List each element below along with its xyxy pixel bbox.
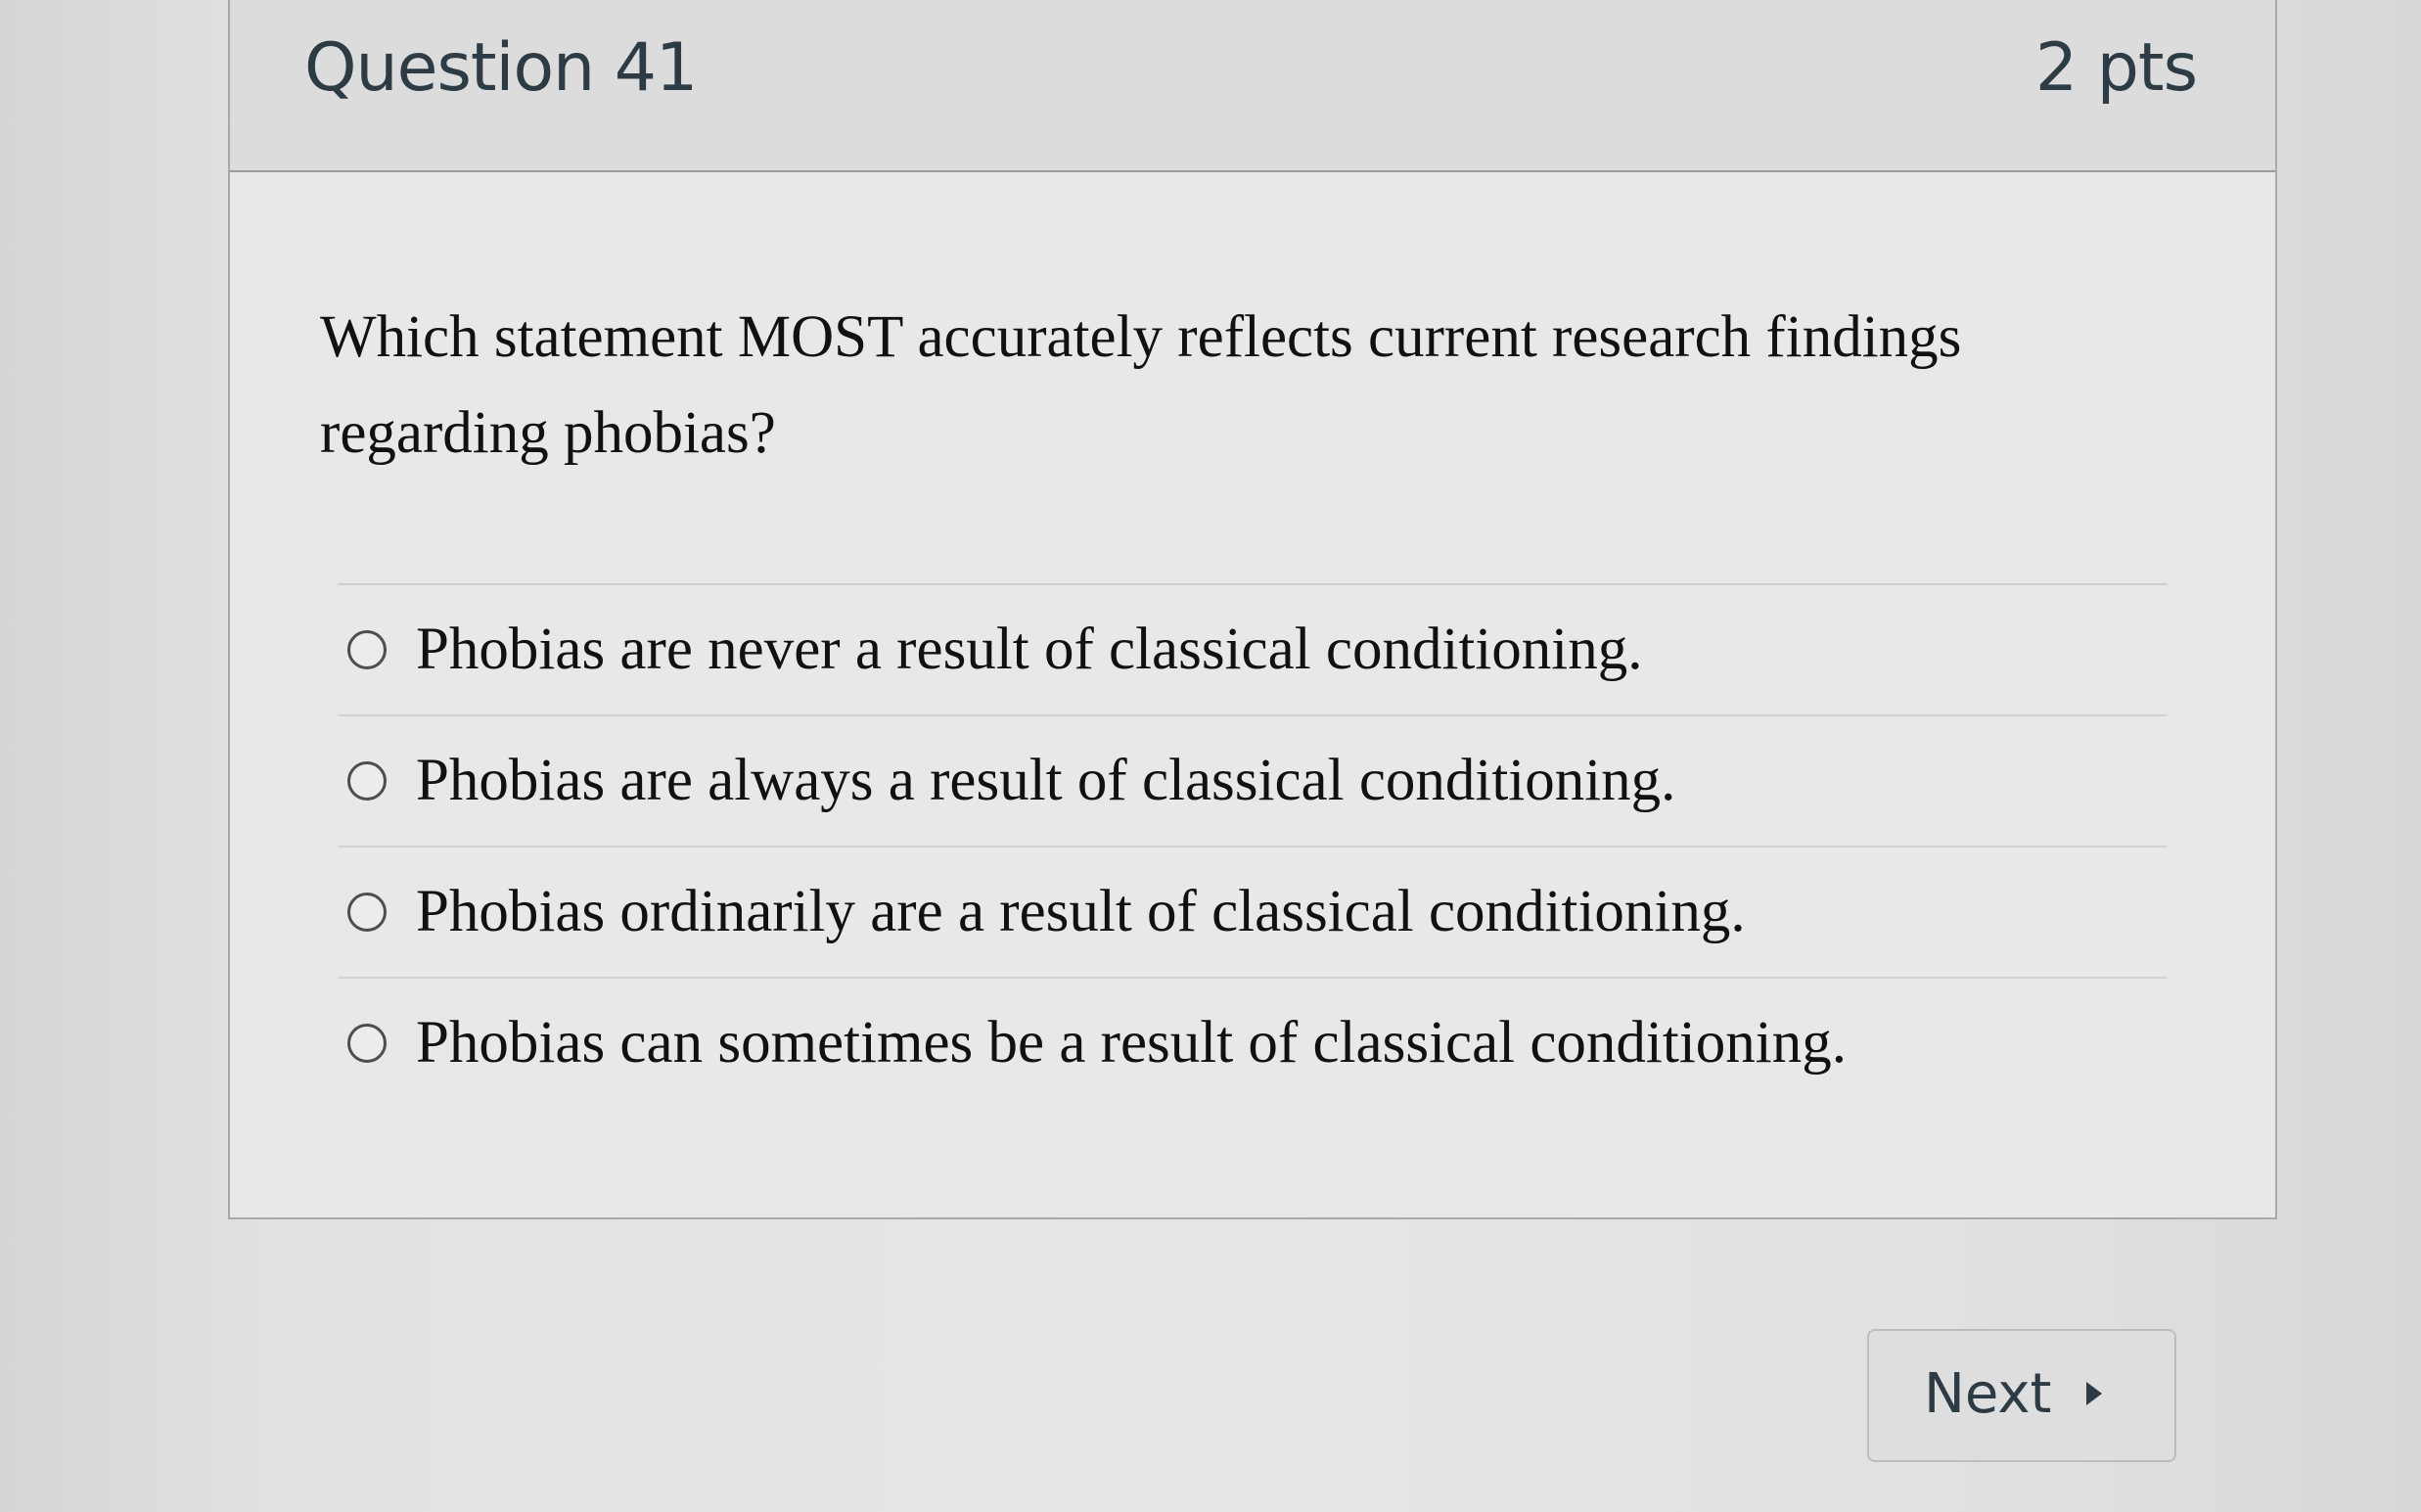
caret-right-icon (2086, 1382, 2102, 1405)
answer-option-3[interactable]: Phobias ordinarily are a result of class… (338, 848, 2168, 979)
answer-label[interactable]: Phobias ordinarily are a result of class… (416, 875, 1746, 949)
next-button[interactable]: Next (1867, 1329, 2176, 1462)
answer-label[interactable]: Phobias are always a result of classical… (416, 744, 1675, 818)
answer-option-1[interactable]: Phobias are never a result of classical … (338, 585, 2168, 716)
question-points: 2 pts (2034, 29, 2198, 107)
question-text: Which statement MOST accurately reflects… (320, 304, 1962, 466)
question-card: Question 41 2 pts Which statement MOST a… (228, 0, 2277, 1219)
answer-label[interactable]: Phobias can sometimes be a result of cla… (416, 1006, 1847, 1080)
radio-button[interactable] (347, 630, 387, 669)
radio-button[interactable] (347, 761, 387, 801)
answer-option-4[interactable]: Phobias can sometimes be a result of cla… (338, 979, 2168, 1108)
radio-button[interactable] (347, 1024, 387, 1063)
question-title: Question 41 (304, 29, 698, 107)
answer-label[interactable]: Phobias are never a result of classical … (416, 613, 1643, 687)
question-header: Question 41 2 pts (230, 0, 2275, 172)
radio-button[interactable] (347, 893, 387, 932)
answer-list: Phobias are never a result of classical … (338, 583, 2168, 1108)
answer-option-2[interactable]: Phobias are always a result of classical… (338, 716, 2168, 848)
next-button-label[interactable]: Next (1924, 1360, 2051, 1429)
